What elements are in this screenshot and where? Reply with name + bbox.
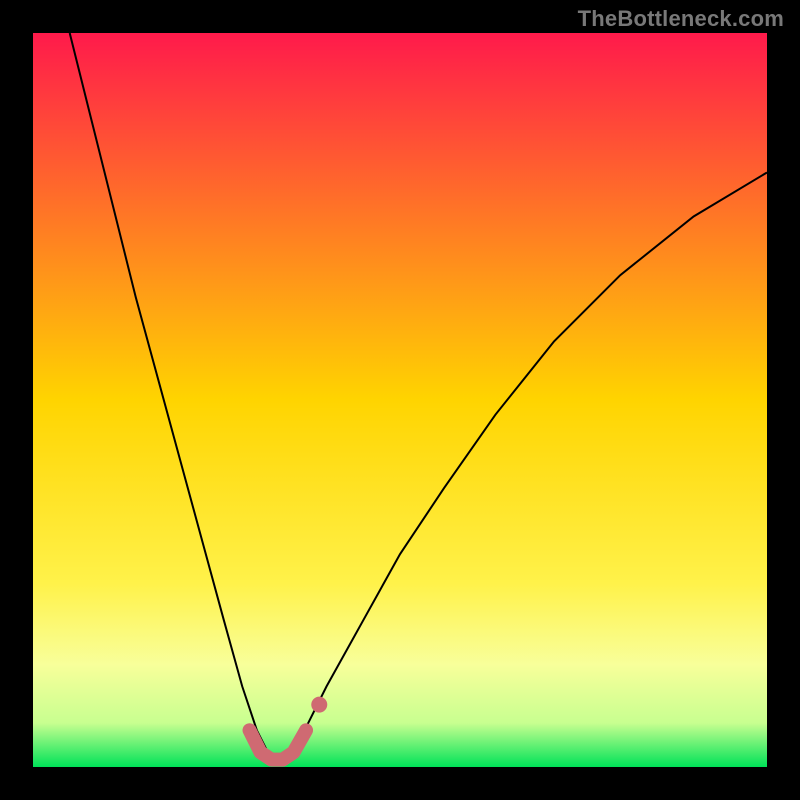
highlight-dot [311,697,327,713]
chart-frame: TheBottleneck.com [0,0,800,800]
bottleneck-chart [0,0,800,800]
gradient-background [33,33,767,767]
